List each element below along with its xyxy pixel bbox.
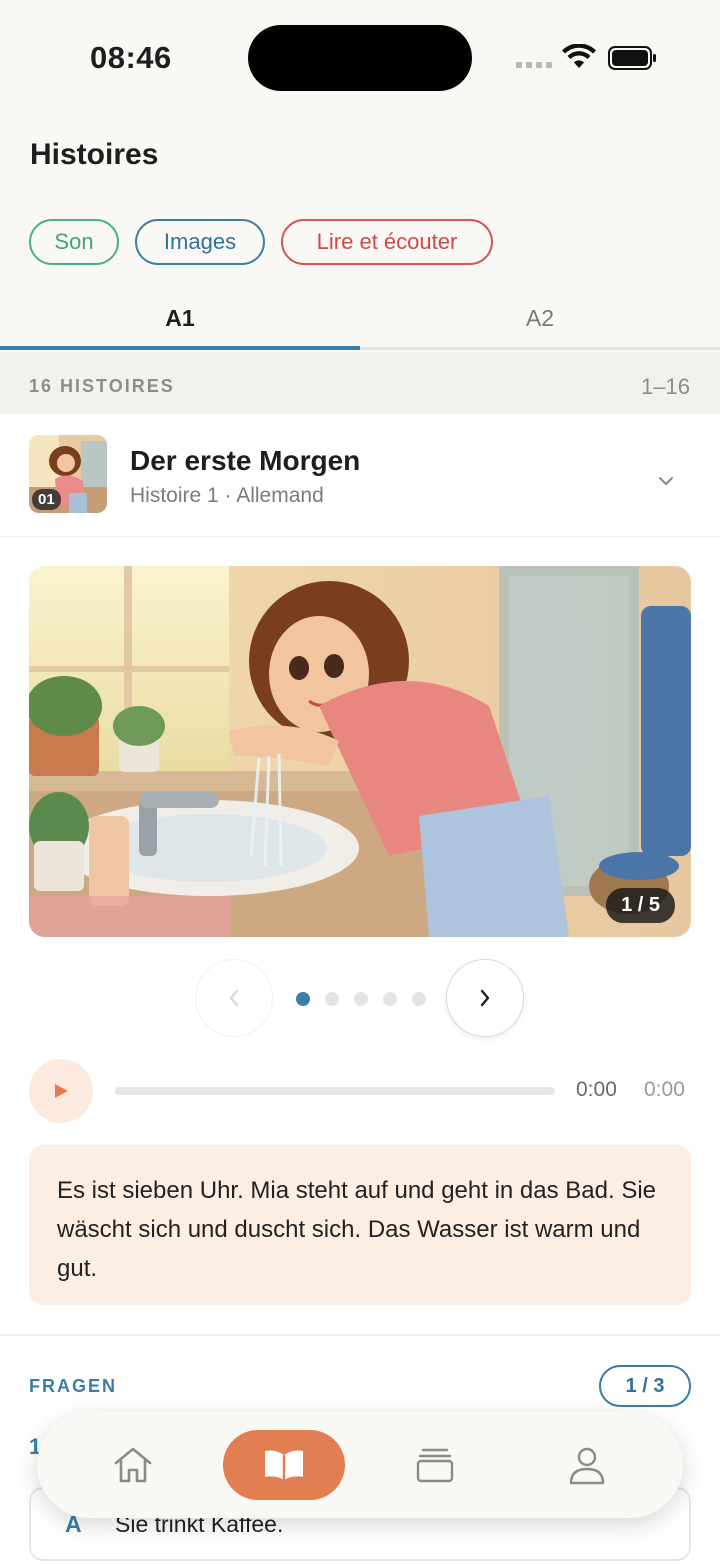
story-thumbnail: 01: [29, 435, 107, 513]
tab-a2[interactable]: A2: [360, 290, 720, 347]
chevron-right-icon: [480, 989, 490, 1007]
chevron-down-icon[interactable]: [656, 474, 676, 488]
illustration-image: [29, 566, 691, 937]
current-time: 0:00: [576, 1078, 617, 1101]
next-slide-button[interactable]: [446, 959, 524, 1037]
dynamic-island: [248, 25, 472, 91]
carousel-dot[interactable]: [383, 992, 397, 1006]
carousel-dot[interactable]: [325, 992, 339, 1006]
chevron-left-icon: [229, 989, 239, 1007]
filter-images[interactable]: Images: [135, 219, 265, 265]
profile-icon: [569, 1447, 605, 1485]
nav-home[interactable]: [101, 1430, 165, 1500]
carousel-dot[interactable]: [296, 992, 310, 1006]
play-button[interactable]: [29, 1059, 93, 1123]
nav-stories[interactable]: [223, 1430, 345, 1500]
nav-profile[interactable]: [557, 1430, 617, 1500]
nav-cards[interactable]: [405, 1430, 465, 1500]
battery-icon: [608, 46, 656, 70]
carousel-dots: [296, 992, 426, 1006]
carousel-dot[interactable]: [354, 992, 368, 1006]
home-icon: [114, 1447, 152, 1483]
filter-chips: Son Images Lire et écouter: [29, 219, 493, 265]
bottom-nav: [37, 1412, 683, 1518]
story-illustration: 1 / 5: [29, 566, 691, 937]
tab-a1[interactable]: A1: [0, 290, 360, 350]
story-number: 01: [32, 489, 61, 510]
level-tabs: A1 A2: [0, 290, 720, 350]
signal-icon: [516, 62, 552, 68]
audio-progress-bar[interactable]: [115, 1087, 555, 1095]
prev-slide-button[interactable]: [195, 959, 273, 1037]
filter-lire-ecouter[interactable]: Lire et écouter: [281, 219, 493, 265]
story-title: Der erste Morgen: [130, 445, 361, 476]
story-subtitle: Histoire 1 · Allemand: [130, 484, 324, 507]
questions-counter: 1 / 3: [599, 1365, 691, 1407]
list-header: 16 HISTOIRES 1–16: [0, 352, 720, 414]
play-icon: [55, 1084, 68, 1098]
filter-son[interactable]: Son: [29, 219, 119, 265]
status-bar: 08:46: [0, 0, 720, 110]
questions-label: FRAGEN: [29, 1376, 117, 1396]
slide-indicator: 1 / 5: [606, 888, 675, 923]
book-icon: [265, 1450, 303, 1480]
wifi-icon: [562, 44, 596, 68]
cards-icon: [416, 1448, 454, 1483]
story-content: 01 Der erste Morgen Histoire 1 · Alleman…: [0, 414, 720, 1565]
story-count: 16 HISTOIRES: [29, 376, 175, 396]
story-text: Es ist sieben Uhr. Mia steht auf und geh…: [29, 1145, 691, 1305]
carousel-dot[interactable]: [412, 992, 426, 1006]
story-range: 1–16: [641, 374, 690, 399]
divider: [0, 1334, 720, 1336]
carousel-controls: [0, 959, 720, 1039]
story-row[interactable]: 01 Der erste Morgen Histoire 1 · Alleman…: [0, 414, 720, 537]
total-time: 0:00: [644, 1078, 685, 1101]
audio-player: 0:00 0:00: [0, 1059, 720, 1125]
status-time: 08:46: [90, 40, 172, 75]
page-title: Histoires: [30, 138, 159, 171]
